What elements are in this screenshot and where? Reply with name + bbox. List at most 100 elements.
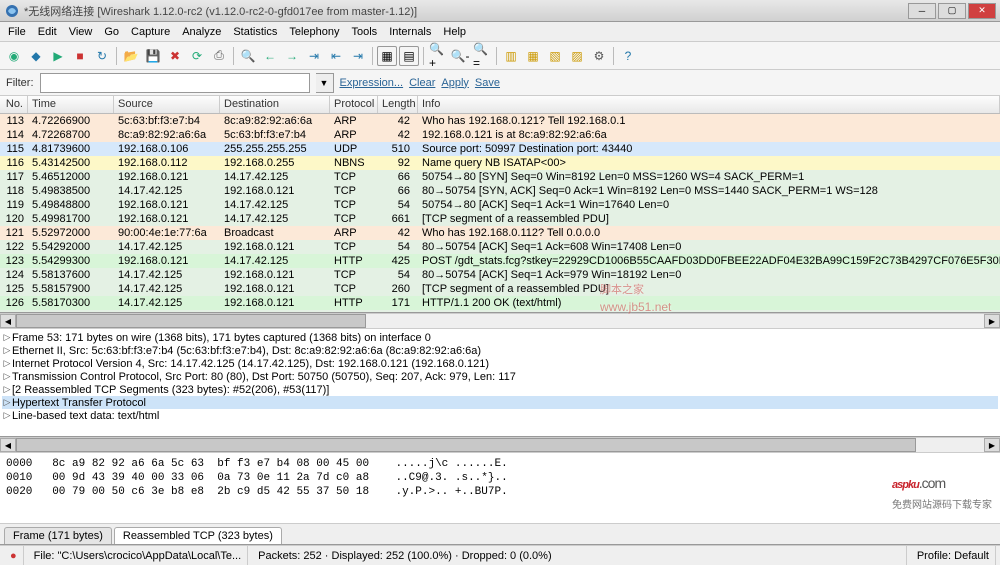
packet-row[interactable]: 1185.4983850014.17.42.125192.168.0.121TC… [0,184,1000,198]
packet-row[interactable]: 1205.49981700192.168.0.12114.17.42.125TC… [0,212,1000,226]
detail-line[interactable]: ▷[2 Reassembled TCP Segments (323 bytes)… [2,383,998,396]
status-expert-icon[interactable]: ● [4,546,24,565]
hscroll-details[interactable]: ◀ ▶ [0,437,1000,453]
help-icon[interactable]: ? [618,46,638,66]
colorize-icon[interactable]: ▦ [377,46,397,66]
display-filter-icon[interactable]: ▧ [545,46,565,66]
capture-filter-icon[interactable]: ▦ [523,46,543,66]
status-profile[interactable]: Profile: Default [911,546,996,565]
menu-edit[interactable]: Edit [32,24,63,40]
open-file-icon[interactable]: 📂 [121,46,141,66]
packet-row[interactable]: 1235.54299300192.168.0.12114.17.42.125HT… [0,254,1000,268]
go-to-packet-icon[interactable]: ⇥ [304,46,324,66]
close-button[interactable]: ✕ [968,3,996,19]
tab-reassembled[interactable]: Reassembled TCP (323 bytes) [114,527,282,544]
packet-row[interactable]: 1144.722687008c:a9:82:92:a6:6a5c:63:bf:f… [0,128,1000,142]
packet-details[interactable]: ▷Frame 53: 171 bytes on wire (1368 bits)… [0,329,1000,437]
prefs-icon[interactable]: ⚙ [589,46,609,66]
interfaces-icon[interactable]: ◉ [4,46,24,66]
expand-icon[interactable]: ▷ [2,384,12,395]
hscroll-packet-list[interactable]: ◀ ▶ [0,313,1000,329]
clear-button[interactable]: Clear [409,77,435,89]
save-file-icon[interactable]: 💾 [143,46,163,66]
packet-row[interactable]: 1154.81739600192.168.0.106255.255.255.25… [0,142,1000,156]
find-icon[interactable]: 🔍 [238,46,258,66]
menu-help[interactable]: Help [437,24,472,40]
auto-scroll-icon[interactable]: ▤ [399,46,419,66]
menu-view[interactable]: View [63,24,99,40]
scroll-thumb[interactable] [16,438,916,452]
col-time[interactable]: Time [28,96,114,113]
menu-statistics[interactable]: Statistics [227,24,283,40]
menu-analyze[interactable]: Analyze [176,24,227,40]
apply-button[interactable]: Apply [441,77,469,89]
col-destination[interactable]: Destination [220,96,330,113]
scroll-left-icon[interactable]: ◀ [0,314,16,328]
scroll-right-icon[interactable]: ▶ [984,438,1000,452]
go-forward-icon[interactable]: → [282,46,302,66]
packet-list[interactable]: No. Time Source Destination Protocol Len… [0,96,1000,313]
go-last-icon[interactable]: ⇥ [348,46,368,66]
packet-row[interactable]: 1255.5815790014.17.42.125192.168.0.121TC… [0,282,1000,296]
reload-icon[interactable]: ⟳ [187,46,207,66]
restart-capture-icon[interactable]: ↻ [92,46,112,66]
zoom-in-icon[interactable]: 🔍+ [428,46,448,66]
go-back-icon[interactable]: ← [260,46,280,66]
expand-icon[interactable]: ▷ [2,358,12,369]
close-file-icon[interactable]: ✖ [165,46,185,66]
packet-list-header[interactable]: No. Time Source Destination Protocol Len… [0,96,1000,114]
col-length[interactable]: Length [378,96,418,113]
menu-internals[interactable]: Internals [383,24,437,40]
detail-line[interactable]: ▷Line-based text data: text/html [2,409,998,422]
expand-icon[interactable]: ▷ [2,397,12,408]
coloring-rules-icon[interactable]: ▨ [567,46,587,66]
packet-row[interactable]: 1245.5813760014.17.42.125192.168.0.121TC… [0,268,1000,282]
options-icon[interactable]: ◆ [26,46,46,66]
scroll-track[interactable] [16,314,984,328]
stop-capture-icon[interactable]: ■ [70,46,90,66]
menu-file[interactable]: File [2,24,32,40]
scroll-left-icon[interactable]: ◀ [0,438,16,452]
menu-capture[interactable]: Capture [125,24,176,40]
menu-go[interactable]: Go [98,24,125,40]
go-first-icon[interactable]: ⇤ [326,46,346,66]
detail-line[interactable]: ▷Hypertext Transfer Protocol [2,396,998,409]
menu-tools[interactable]: Tools [346,24,384,40]
expand-icon[interactable]: ▷ [2,345,12,356]
col-no[interactable]: No. [0,96,28,113]
scroll-track[interactable] [16,438,984,452]
expand-icon[interactable]: ▷ [2,332,12,343]
resize-columns-icon[interactable]: ▥ [501,46,521,66]
filter-input[interactable] [40,73,310,93]
packet-row[interactable]: 1275.58176100192.168.0.12114.17.42.125TC… [0,310,1000,312]
detail-line[interactable]: ▷Transmission Control Protocol, Src Port… [2,370,998,383]
detail-line[interactable]: ▷Internet Protocol Version 4, Src: 14.17… [2,357,998,370]
detail-line[interactable]: ▷Frame 53: 171 bytes on wire (1368 bits)… [2,331,998,344]
col-source[interactable]: Source [114,96,220,113]
save-button[interactable]: Save [475,77,500,89]
expand-icon[interactable]: ▷ [2,410,12,421]
packet-row[interactable]: 1134.722669005c:63:bf:f3:e7:b48c:a9:82:9… [0,114,1000,128]
minimize-button[interactable]: ─ [908,3,936,19]
expression-button[interactable]: Expression... [340,77,404,89]
packet-row[interactable]: 1175.46512000192.168.0.12114.17.42.125TC… [0,170,1000,184]
packet-row[interactable]: 1195.49848800192.168.0.12114.17.42.125TC… [0,198,1000,212]
scroll-right-icon[interactable]: ▶ [984,314,1000,328]
packet-list-body[interactable]: 1134.722669005c:63:bf:f3:e7:b48c:a9:82:9… [0,114,1000,312]
print-icon[interactable]: ⎙ [209,46,229,66]
start-capture-icon[interactable]: ▶ [48,46,68,66]
zoom-reset-icon[interactable]: 🔍= [472,46,492,66]
scroll-thumb[interactable] [16,314,366,328]
filter-dropdown-icon[interactable]: ▼ [316,73,334,93]
tab-frame[interactable]: Frame (171 bytes) [4,527,112,544]
expand-icon[interactable]: ▷ [2,371,12,382]
packet-bytes[interactable]: 0000 8c a9 82 92 a6 6a 5c 63 bf f3 e7 b4… [0,453,1000,523]
col-protocol[interactable]: Protocol [330,96,378,113]
packet-row[interactable]: 1225.5429200014.17.42.125192.168.0.121TC… [0,240,1000,254]
packet-row[interactable]: 1165.43142500192.168.0.112192.168.0.255N… [0,156,1000,170]
packet-row[interactable]: 1265.5817030014.17.42.125192.168.0.121HT… [0,296,1000,310]
col-info[interactable]: Info [418,96,1000,113]
maximize-button[interactable]: ▢ [938,3,966,19]
detail-line[interactable]: ▷Ethernet II, Src: 5c:63:bf:f3:e7:b4 (5c… [2,344,998,357]
zoom-out-icon[interactable]: 🔍- [450,46,470,66]
